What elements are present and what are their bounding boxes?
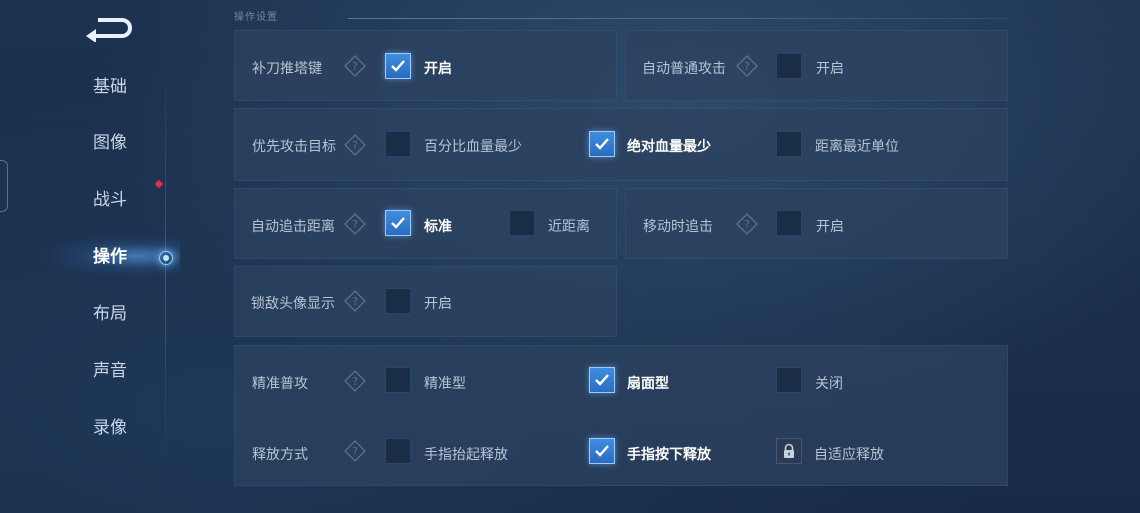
side-drawer-handle[interactable]: [0, 160, 8, 212]
target-option-absolute[interactable]: 绝对血量最少: [627, 136, 711, 156]
chase-standard-option[interactable]: 标准: [424, 216, 452, 236]
target-option-nearest-checkbox[interactable]: [776, 131, 802, 157]
svg-text:?: ?: [352, 375, 358, 388]
setting-move-chase: 移动时追击 ? 开启: [625, 188, 1008, 259]
back-button[interactable]: [84, 12, 136, 43]
last-hit-option[interactable]: 开启: [424, 58, 452, 78]
help-diamond-icon[interactable]: ?: [344, 213, 366, 235]
nav-item-graphics[interactable]: 图像: [70, 128, 150, 158]
move-chase-option[interactable]: 开启: [816, 216, 844, 236]
lock-avatar-checkbox[interactable]: [385, 288, 411, 314]
setting-label: 自动追击距离: [251, 219, 335, 235]
precise-off-option[interactable]: 关闭: [815, 373, 843, 393]
check-icon: [391, 217, 405, 229]
setting-label: 锁敌头像显示: [251, 296, 335, 312]
svg-text:?: ?: [744, 218, 750, 231]
last-hit-checkbox[interactable]: [385, 53, 411, 79]
setting-label: 移动时追击: [643, 219, 713, 235]
setting-lock-avatar: 锁敌头像显示 ? 开启: [234, 266, 617, 337]
setting-auto-attack: 自动普通攻击 ? 开启: [625, 30, 1008, 101]
help-diamond-icon[interactable]: ?: [344, 370, 366, 392]
auto-attack-checkbox[interactable]: [776, 53, 802, 79]
move-chase-checkbox[interactable]: [776, 210, 802, 236]
section-title: 操作设置: [234, 12, 278, 23]
svg-text:?: ?: [744, 60, 750, 73]
svg-text:?: ?: [352, 139, 358, 152]
active-indicator-icon: [159, 251, 173, 265]
setting-label: 补刀推塔键: [252, 61, 322, 77]
help-diamond-icon[interactable]: ?: [344, 134, 366, 156]
sector-type-option[interactable]: 扇面型: [627, 373, 669, 393]
sector-type-checkbox[interactable]: [589, 367, 615, 393]
nav-item-battle[interactable]: 战斗: [70, 185, 150, 215]
check-icon: [595, 374, 609, 386]
release-adaptive-option: 自适应释放: [814, 447, 884, 463]
setting-precise-group: 精准普攻 ? 精准型 扇面型 关闭 释放方式 ? 手指抬起释放 手指按下释放 自…: [234, 345, 1008, 486]
notification-badge: [154, 179, 164, 189]
precise-off-checkbox[interactable]: [776, 367, 802, 393]
release-press-checkbox[interactable]: [589, 438, 615, 464]
svg-text:?: ?: [352, 60, 358, 73]
adaptive-release-locked: [776, 438, 802, 464]
check-icon: [391, 60, 405, 72]
target-option-absolute-checkbox[interactable]: [589, 131, 615, 157]
check-icon: [595, 138, 609, 150]
precise-type-option[interactable]: 精准型: [424, 373, 466, 393]
target-option-percent[interactable]: 百分比血量最少: [424, 136, 522, 156]
setting-target-priority: 优先攻击目标 ? 百分比血量最少 绝对血量最少 距离最近单位: [234, 108, 1008, 181]
setting-chase-distance: 自动追击距离 ? 标准 近距离: [234, 188, 617, 259]
release-press-option[interactable]: 手指按下释放: [627, 444, 711, 464]
setting-label: 释放方式: [252, 447, 308, 463]
auto-attack-option[interactable]: 开启: [816, 58, 844, 78]
help-diamond-icon[interactable]: ?: [736, 55, 758, 77]
chase-near-option[interactable]: 近距离: [548, 216, 590, 236]
nav-item-basic[interactable]: 基础: [70, 72, 150, 102]
precise-type-checkbox[interactable]: [385, 367, 411, 393]
help-diamond-icon[interactable]: ?: [344, 440, 366, 462]
nav-item-controls[interactable]: 操作: [70, 242, 150, 272]
target-option-nearest[interactable]: 距离最近单位: [815, 136, 899, 156]
help-diamond-icon[interactable]: ?: [344, 55, 366, 77]
back-arrow-icon: [86, 18, 132, 43]
svg-text:?: ?: [352, 295, 358, 308]
setting-label: 自动普通攻击: [642, 61, 726, 77]
help-diamond-icon[interactable]: ?: [344, 290, 366, 312]
release-lift-checkbox[interactable]: [385, 438, 411, 464]
setting-last-hit: 补刀推塔键 ? 开启: [234, 30, 617, 101]
settings-nav: 基础 图像 战斗 操作 布局 声音 录像: [0, 60, 200, 480]
target-option-percent-checkbox[interactable]: [385, 131, 411, 157]
nav-item-replay[interactable]: 录像: [70, 413, 150, 443]
release-lift-option[interactable]: 手指抬起释放: [424, 444, 508, 464]
help-diamond-icon[interactable]: ?: [736, 213, 758, 235]
nav-item-layout[interactable]: 布局: [70, 299, 150, 329]
chase-standard-checkbox[interactable]: [385, 210, 411, 236]
svg-text:?: ?: [352, 218, 358, 231]
lock-avatar-option[interactable]: 开启: [424, 293, 452, 313]
nav-item-sound[interactable]: 声音: [70, 356, 150, 386]
setting-label: 精准普攻: [252, 376, 308, 392]
setting-label: 优先攻击目标: [252, 139, 336, 155]
check-icon: [595, 445, 609, 457]
chase-near-checkbox[interactable]: [509, 210, 535, 236]
svg-text:?: ?: [352, 445, 358, 458]
section-divider: [348, 18, 1008, 19]
lock-icon: [784, 443, 794, 458]
